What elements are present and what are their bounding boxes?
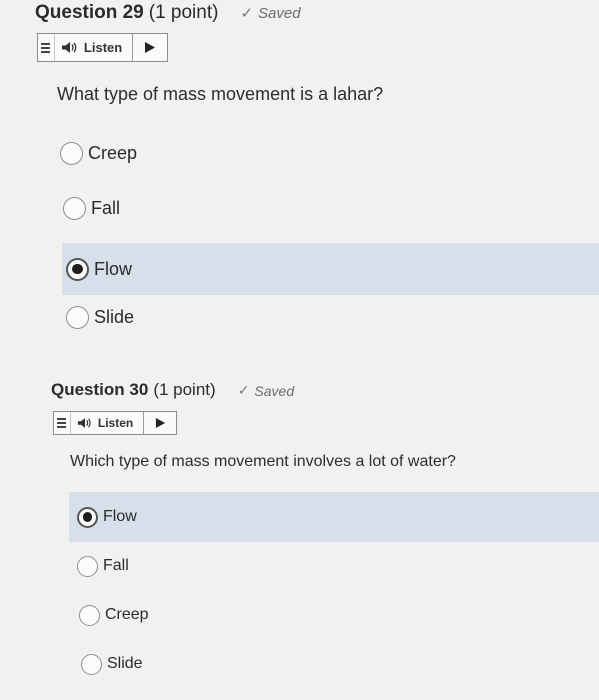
listen-label: Listen [83, 40, 123, 55]
question-prompt: What type of mass movement is a lahar? [57, 84, 384, 104]
listen-button[interactable]: Listen [69, 412, 145, 434]
question-title: Question 29 [35, 2, 144, 23]
radio-button[interactable] [79, 604, 100, 626]
listen-label: Listen [97, 416, 134, 430]
option-label: Fall [91, 197, 121, 218]
option-label: Creep [88, 142, 138, 163]
saved-status: ✓ Saved [238, 382, 294, 399]
radio-button[interactable] [66, 305, 89, 329]
radio-button-selected[interactable] [66, 257, 89, 281]
radio-button[interactable] [81, 653, 102, 675]
speaker-icon [77, 418, 91, 428]
question-points: (1 point) [148, 2, 219, 23]
answer-option-fall[interactable]: Fall [63, 193, 599, 223]
option-label: Fall [103, 557, 129, 574]
question-29-header: Question 29 (1 point) ✓ Saved [35, 2, 301, 24]
radio-button[interactable] [77, 555, 98, 577]
play-icon[interactable] [144, 412, 176, 434]
option-label: Slide [94, 306, 135, 327]
option-label: Flow [103, 508, 137, 525]
checkmark-icon: ✓ [240, 5, 254, 22]
question-30-header: Question 30 (1 point) ✓ Saved [51, 380, 294, 400]
answer-option-flow[interactable]: Flow [62, 243, 599, 295]
answer-option-flow[interactable]: Flow [69, 492, 599, 542]
saved-label: Saved [254, 382, 295, 399]
speaker-icon [61, 42, 77, 53]
listen-button[interactable]: Listen [53, 34, 134, 61]
radio-button-selected[interactable] [77, 506, 98, 528]
saved-status: ✓ Saved [240, 4, 301, 23]
question-points: (1 point) [153, 380, 216, 399]
radio-button[interactable] [63, 196, 86, 220]
saved-label: Saved [258, 4, 301, 22]
question-prompt: Which type of mass movement involves a l… [70, 453, 456, 470]
answer-option-slide[interactable]: Slide [81, 650, 599, 678]
option-label: Creep [105, 606, 149, 623]
checkmark-icon: ✓ [237, 382, 250, 398]
play-icon[interactable] [133, 34, 167, 61]
menu-icon[interactable] [54, 412, 70, 434]
question-title: Question 30 [51, 380, 149, 399]
option-label: Flow [94, 258, 133, 279]
answer-option-fall[interactable]: Fall [77, 552, 599, 580]
option-label: Slide [107, 655, 143, 672]
listen-control[interactable]: Listen [37, 33, 168, 62]
quiz-page: Question 29 (1 point) ✓ Saved Listen Wha… [0, 0, 599, 700]
answer-option-creep[interactable]: Creep [60, 138, 599, 168]
listen-control[interactable]: Listen [53, 411, 177, 435]
menu-icon[interactable] [38, 34, 54, 61]
answer-option-creep[interactable]: Creep [79, 601, 599, 629]
answer-option-slide[interactable]: Slide [66, 302, 599, 332]
radio-button[interactable] [60, 141, 83, 165]
